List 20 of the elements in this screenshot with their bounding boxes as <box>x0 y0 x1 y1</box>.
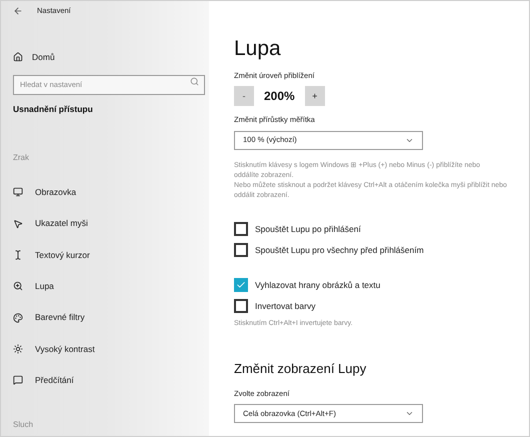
sidebar-item[interactable]: Obrazovka <box>13 176 205 208</box>
zoom-out-button[interactable]: - <box>234 86 254 106</box>
sidebar-item[interactable]: Lupa <box>13 270 205 302</box>
zoom-in-button[interactable]: + <box>304 86 325 106</box>
checkbox-label: Vyhlazovat hrany obrázků a textu <box>255 278 380 292</box>
page-title: Lupa <box>234 37 282 61</box>
sidebar-item[interactable]: Textový kurzor <box>13 239 205 271</box>
group-heading: Sluch <box>13 418 34 431</box>
section-heading: Změnit zobrazení Lupy <box>234 360 368 378</box>
home-link[interactable]: Domů <box>13 49 205 65</box>
zoom-value: 200% <box>264 88 295 106</box>
group-heading: Zrak <box>13 152 30 164</box>
section-title: Usnadnění přístupu <box>13 103 94 116</box>
checkbox-label: Invertovat barvy <box>255 300 316 312</box>
sidebar-item[interactable]: Předčítání <box>13 364 205 396</box>
sidebar-item[interactable]: Ukazatel myši <box>13 208 205 240</box>
checkbox-label: Spouštět Lupu po přihlášení <box>255 222 361 236</box>
sidebar-item[interactable]: Barevné filtry <box>13 302 205 334</box>
sidebar-item[interactable]: Vysoký kontrast <box>13 333 205 365</box>
checkbox-label: Spouštět Lupu pro všechny před přihlášením <box>255 244 424 256</box>
